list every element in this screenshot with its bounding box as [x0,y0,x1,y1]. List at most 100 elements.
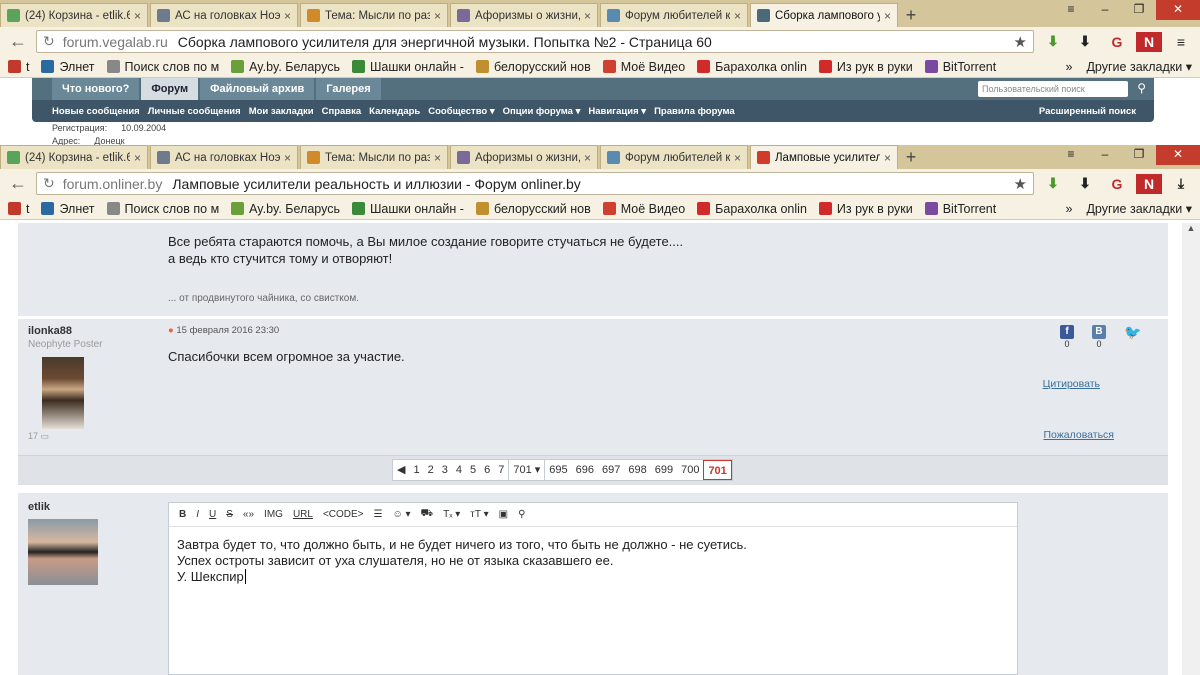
bookmark-item[interactable]: Шашки онлайн - [351,60,464,74]
notification-icon[interactable]: G [1104,174,1130,194]
vegalab-tab[interactable]: Галерея [316,78,381,100]
quote-link[interactable]: Цитировать [1043,378,1100,390]
close-window-icon[interactable]: ✕ [1156,0,1200,20]
editor-tool-button[interactable]: <CODE> [323,509,364,520]
extension-icon[interactable]: N [1136,173,1162,194]
close-icon[interactable]: × [434,9,441,23]
bookmark-item[interactable]: белорусский нов [475,60,591,74]
page-link[interactable]: 700 [677,460,703,480]
current-page[interactable]: 701 [703,460,732,480]
bookmark-item[interactable]: Поиск слов по м [106,202,219,216]
back-icon[interactable]: ← [6,173,30,194]
restore-icon[interactable]: ❐ [1122,145,1156,165]
bookmark-star-icon[interactable]: ★ [1014,33,1027,51]
vegalab-nav-link[interactable]: Навигация ▾ [588,106,646,117]
bookmark-item[interactable]: Из рук в руки [818,60,913,74]
vegalab-search-input[interactable]: Пользовательский поиск [978,81,1128,97]
close-icon[interactable]: × [884,9,891,23]
scroll-up-icon[interactable]: ▲ [1182,223,1200,233]
browser-tab[interactable]: Ламповые усилители × [750,145,898,169]
bookmark-item[interactable]: белорусский нов [475,202,591,216]
close-icon[interactable]: × [434,151,441,165]
vegalab-nav-link[interactable]: Личные сообщения [148,106,241,117]
page-link[interactable]: 697 [598,460,624,480]
menu-icon[interactable]: ≡ [1054,145,1088,165]
scrollbar[interactable]: ▲ [1182,223,1200,675]
new-tab-icon[interactable]: + [900,3,922,27]
minimize-icon[interactable]: – [1088,0,1122,20]
bookmark-item[interactable]: Ay.by. Беларусь [231,60,340,74]
address-bar[interactable]: ↻ forum.onliner.by Ламповые усилители ре… [36,172,1034,195]
close-icon[interactable]: × [584,9,591,23]
page-link[interactable]: 2 [424,460,438,480]
bookmark-item[interactable]: Из рук в руки [818,202,913,216]
editor-tool-button[interactable]: тT ▾ [470,509,488,520]
download-arrow-icon[interactable]: ⬇ [1072,32,1098,52]
page-link[interactable]: 695 [544,460,571,480]
editor-tool-button[interactable]: «» [243,509,254,520]
more-bookmarks-button[interactable]: » [1066,202,1073,216]
other-bookmarks-button[interactable]: Другие закладки ▾ [1086,59,1192,74]
close-icon[interactable]: × [284,151,291,165]
close-icon[interactable]: × [734,9,741,23]
editor-tool-button[interactable]: Tₓ ▾ [443,509,460,520]
bookmark-item[interactable]: Моё Видео [602,202,685,216]
page-link[interactable]: 698 [624,460,650,480]
page-link[interactable]: 4 [452,460,466,480]
vegalab-nav-link[interactable]: Правила форума [654,106,735,117]
bookmark-star-icon[interactable]: ★ [1014,175,1027,193]
bookmark-item[interactable]: t [8,60,29,74]
new-tab-icon[interactable]: + [900,145,922,169]
close-icon[interactable]: × [884,151,891,165]
other-bookmarks-button[interactable]: Другие закладки ▾ [1086,201,1192,216]
browser-tab[interactable]: Форум любителей ка × [600,3,748,27]
prev-page-icon[interactable]: ◀ [393,460,409,480]
reload-icon[interactable]: ↻ [43,33,55,50]
bookmark-item[interactable]: Элнет [41,60,95,74]
vegalab-tab[interactable]: Форум [141,78,199,100]
vegalab-nav-link[interactable]: Сообщество ▾ [428,106,494,117]
search-icon[interactable]: ⚲ [1137,81,1146,95]
bookmark-item[interactable]: Барахолка onlin [697,60,807,74]
editor-tool-button[interactable]: ⛟ [421,508,434,521]
advanced-search-link[interactable]: Расширенный поиск [1039,106,1136,117]
bookmark-item[interactable]: Элнет [41,202,95,216]
report-link[interactable]: Пожаловаться [1043,429,1114,441]
page-select-dropdown[interactable]: 701 ▾ [508,460,544,480]
menu-icon[interactable]: ≡ [1168,32,1194,52]
editor-tool-button[interactable]: URL [293,509,313,520]
browser-tab[interactable]: Афоризмы о жизни, л × [450,3,598,27]
vegalab-nav-link[interactable]: Календарь [369,106,420,117]
twitter-icon[interactable]: 🐦 [1124,325,1141,339]
browser-tab[interactable]: (24) Корзина - etlik.69 × [0,145,148,169]
close-icon[interactable]: × [284,9,291,23]
page-link[interactable]: 3 [438,460,452,480]
back-icon[interactable]: ← [6,31,30,52]
page-link[interactable]: 7 [494,460,508,480]
facebook-icon[interactable]: f [1060,325,1074,339]
download-arrow-icon[interactable]: ⬇ [1072,174,1098,194]
editor-tool-button[interactable]: S [226,509,233,520]
browser-tab[interactable]: Афоризмы о жизни, л × [450,145,598,169]
extension-icon[interactable]: N [1136,31,1162,52]
notification-icon[interactable]: G [1104,32,1130,52]
bookmark-item[interactable]: BitTorrent [924,202,996,216]
restore-icon[interactable]: ❐ [1122,0,1156,20]
page-link[interactable]: 699 [651,460,677,480]
browser-tab[interactable]: Тема: Мысли по разв × [300,3,448,27]
bookmark-item[interactable]: BitTorrent [924,60,996,74]
bookmark-item[interactable]: Шашки онлайн - [351,202,464,216]
editor-tool-button[interactable]: B [179,509,186,520]
bookmark-item[interactable]: t [8,202,29,216]
bookmark-item[interactable]: Поиск слов по м [106,60,219,74]
browser-tab[interactable]: Форум любителей ка × [600,145,748,169]
close-icon[interactable]: × [134,9,141,23]
bookmark-item[interactable]: Барахолка onlin [697,202,807,216]
editor-tool-button[interactable]: ⚲ [518,509,525,520]
post-username[interactable]: ilonka88 [28,325,72,337]
avatar[interactable] [42,357,84,429]
browser-tab[interactable]: АС на головках Ноэм × [150,3,298,27]
browser-tab[interactable]: Тема: Мысли по разв × [300,145,448,169]
editor-tool-button[interactable]: IMG [264,509,283,520]
vegalab-tab[interactable]: Файловый архив [200,78,315,100]
